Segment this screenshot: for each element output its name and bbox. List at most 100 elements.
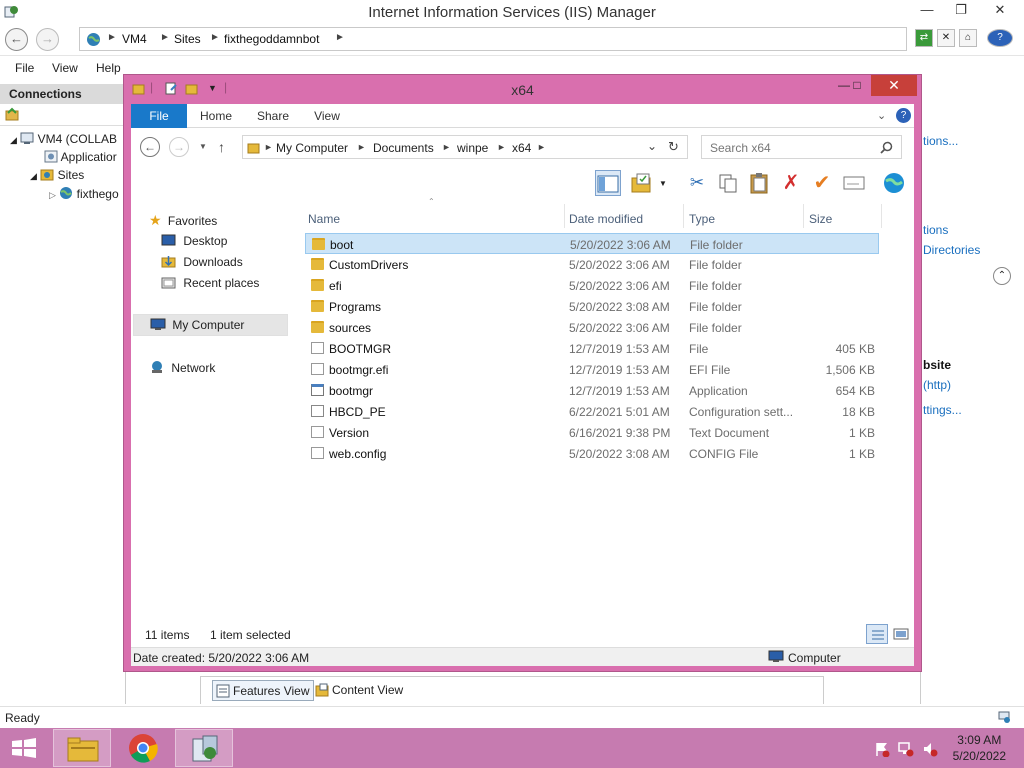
refresh-icon[interactable]: ↻	[668, 139, 679, 155]
nav-favorites[interactable]: ★ Favorites	[149, 212, 217, 229]
folder-options-icon[interactable]	[629, 170, 655, 196]
address-documents[interactable]: Documents	[373, 141, 434, 155]
file-row[interactable]: bootmgr 12/7/2019 1:53 AM Application 654 K…	[305, 380, 879, 401]
stop-icon[interactable]: ✕	[937, 29, 955, 47]
home-icon[interactable]: ⌂	[959, 29, 977, 47]
iis-address-bar[interactable]: ► VM4 ► Sites ► fixthegoddamnbot ►	[79, 27, 907, 51]
explorer-forward-button[interactable]: →	[169, 137, 189, 157]
file-row[interactable]: bootmgr.efi 12/7/2019 1:53 AM EFI File 1,50…	[305, 359, 879, 380]
nav-desktop[interactable]: Desktop	[161, 234, 227, 248]
column-header-size[interactable]: Size	[809, 212, 832, 226]
features-view-icon	[216, 684, 230, 698]
globe-icon[interactable]	[881, 170, 907, 196]
file-type: EFI File	[689, 363, 731, 377]
features-view-tab[interactable]: Features View	[212, 680, 315, 701]
column-header-type[interactable]: Type	[689, 212, 715, 226]
file-row[interactable]: Version 6/16/2021 9:38 PM Text Document 1 K…	[305, 422, 879, 443]
tree-app-pools[interactable]: Applicatior	[44, 150, 117, 164]
forward-button[interactable]: →	[36, 28, 59, 51]
breadcrumb-site[interactable]: fixthegoddamnbot	[224, 32, 319, 46]
help-icon[interactable]: ?	[987, 29, 1013, 47]
large-icons-view-button[interactable]	[891, 624, 911, 644]
address-my-computer[interactable]: My Computer	[276, 141, 348, 155]
tree-server[interactable]: ◢ VM4 (COLLAB	[10, 132, 117, 146]
folder-icon	[67, 737, 99, 762]
action-link-1[interactable]: tions...	[923, 134, 958, 148]
tree-site-fixthegoddamnbot[interactable]: ▷ fixthego	[49, 186, 119, 201]
breadcrumb-server[interactable]: VM4	[122, 32, 147, 46]
file-type: CONFIG File	[689, 447, 759, 461]
recent-locations-icon[interactable]: ▼	[199, 142, 207, 151]
volume-muted-icon[interactable]	[922, 741, 938, 757]
copy-icon[interactable]	[715, 170, 741, 196]
address-dropdown-icon[interactable]: ⌄	[647, 139, 657, 153]
rename-icon[interactable]	[841, 170, 867, 196]
ribbon-tab-share[interactable]: Share	[249, 104, 297, 128]
details-view-icon	[872, 630, 884, 640]
explorer-maximize-button[interactable]: □	[844, 75, 870, 96]
action-link-3[interactable]: Directories	[923, 243, 980, 257]
ribbon-tab-file[interactable]: File	[131, 104, 187, 128]
delete-icon[interactable]: ✗	[778, 170, 804, 196]
network-icon[interactable]	[898, 741, 914, 757]
file-row[interactable]: web.config 5/20/2022 3:08 AM CONFIG File 1 …	[305, 443, 879, 464]
file-row[interactable]: sources 5/20/2022 3:06 AM File folder	[305, 317, 879, 338]
collapse-icon[interactable]: ⌃	[993, 267, 1011, 285]
explorer-address-bar[interactable]: ► My Computer ► Documents ► winpe ► x64 …	[242, 135, 688, 159]
clock[interactable]: 3:09 AM 5/20/2022	[953, 732, 1006, 764]
advanced-settings-link[interactable]: ttings...	[923, 403, 962, 417]
status-text: Ready	[5, 711, 40, 725]
properties-checkmark-icon[interactable]: ✔	[809, 170, 835, 196]
folder-icon	[247, 143, 260, 154]
refresh-icon[interactable]: ⇄	[915, 29, 933, 47]
preview-pane-icon[interactable]	[595, 170, 621, 196]
file-row[interactable]: HBCD_PE 6/22/2021 5:01 AM Configuration se…	[305, 401, 879, 422]
taskbar-chrome[interactable]	[114, 729, 172, 767]
nav-network[interactable]: Network	[149, 360, 215, 375]
action-link-2[interactable]: tions	[923, 223, 948, 237]
taskbar-file-explorer[interactable]	[53, 729, 111, 767]
content-view-tab[interactable]: Content View	[312, 680, 407, 701]
column-header-name[interactable]: Name	[308, 212, 340, 226]
file-row[interactable]: boot 5/20/2022 3:06 AM File folder	[305, 233, 879, 254]
nav-my-computer[interactable]: My Computer	[133, 314, 288, 336]
paste-icon[interactable]	[746, 170, 772, 196]
file-row[interactable]: BOOTMGR 12/7/2019 1:53 AM File 405 KB	[305, 338, 879, 359]
address-x64[interactable]: x64	[512, 141, 531, 155]
up-icon[interactable]: ↑	[218, 139, 225, 155]
action-center-icon[interactable]	[874, 741, 890, 757]
nav-downloads[interactable]: Downloads	[161, 255, 243, 269]
ribbon-tab-home[interactable]: Home	[191, 104, 241, 128]
add-connection-icon[interactable]	[5, 107, 19, 121]
recent-places-icon	[161, 277, 176, 289]
back-button[interactable]: ←	[5, 28, 28, 51]
menu-help[interactable]: Help	[96, 61, 121, 75]
minimize-button[interactable]: —	[912, 0, 942, 22]
ribbon-tab-view[interactable]: View	[305, 104, 349, 128]
breadcrumb-sites[interactable]: Sites	[174, 32, 201, 46]
browse-http-link[interactable]: (http)	[923, 378, 951, 392]
column-header-date[interactable]: Date modified	[569, 212, 643, 226]
details-view-button[interactable]	[866, 624, 888, 644]
close-button[interactable]: ✕	[985, 0, 1015, 22]
expand-ribbon-icon[interactable]: ⌄	[877, 109, 886, 122]
restore-button[interactable]: ❐	[946, 0, 976, 22]
file-row[interactable]: CustomDrivers 5/20/2022 3:06 AM File folde…	[305, 254, 879, 275]
globe-icon	[87, 33, 100, 46]
address-winpe[interactable]: winpe	[457, 141, 488, 155]
taskbar-iis-manager[interactable]	[175, 729, 233, 767]
menu-view[interactable]: View	[52, 61, 78, 75]
search-box[interactable]: Search x64	[701, 135, 902, 159]
tree-sites[interactable]: ◢ Sites	[30, 168, 84, 182]
layout-dropdown-icon[interactable]: ▼	[659, 179, 667, 188]
nav-network-label: Network	[171, 361, 216, 375]
nav-recent-places[interactable]: Recent places	[161, 276, 259, 290]
file-row[interactable]: efi 5/20/2022 3:06 AM File folder	[305, 275, 879, 296]
explorer-back-button[interactable]: ←	[140, 137, 160, 157]
cut-icon[interactable]: ✂	[684, 170, 710, 196]
file-row[interactable]: Programs 5/20/2022 3:08 AM File folder	[305, 296, 879, 317]
explorer-close-button[interactable]: ✕	[871, 75, 917, 96]
menu-file[interactable]: File	[15, 61, 34, 75]
help-icon[interactable]: ?	[896, 108, 911, 123]
start-button[interactable]	[11, 738, 37, 758]
